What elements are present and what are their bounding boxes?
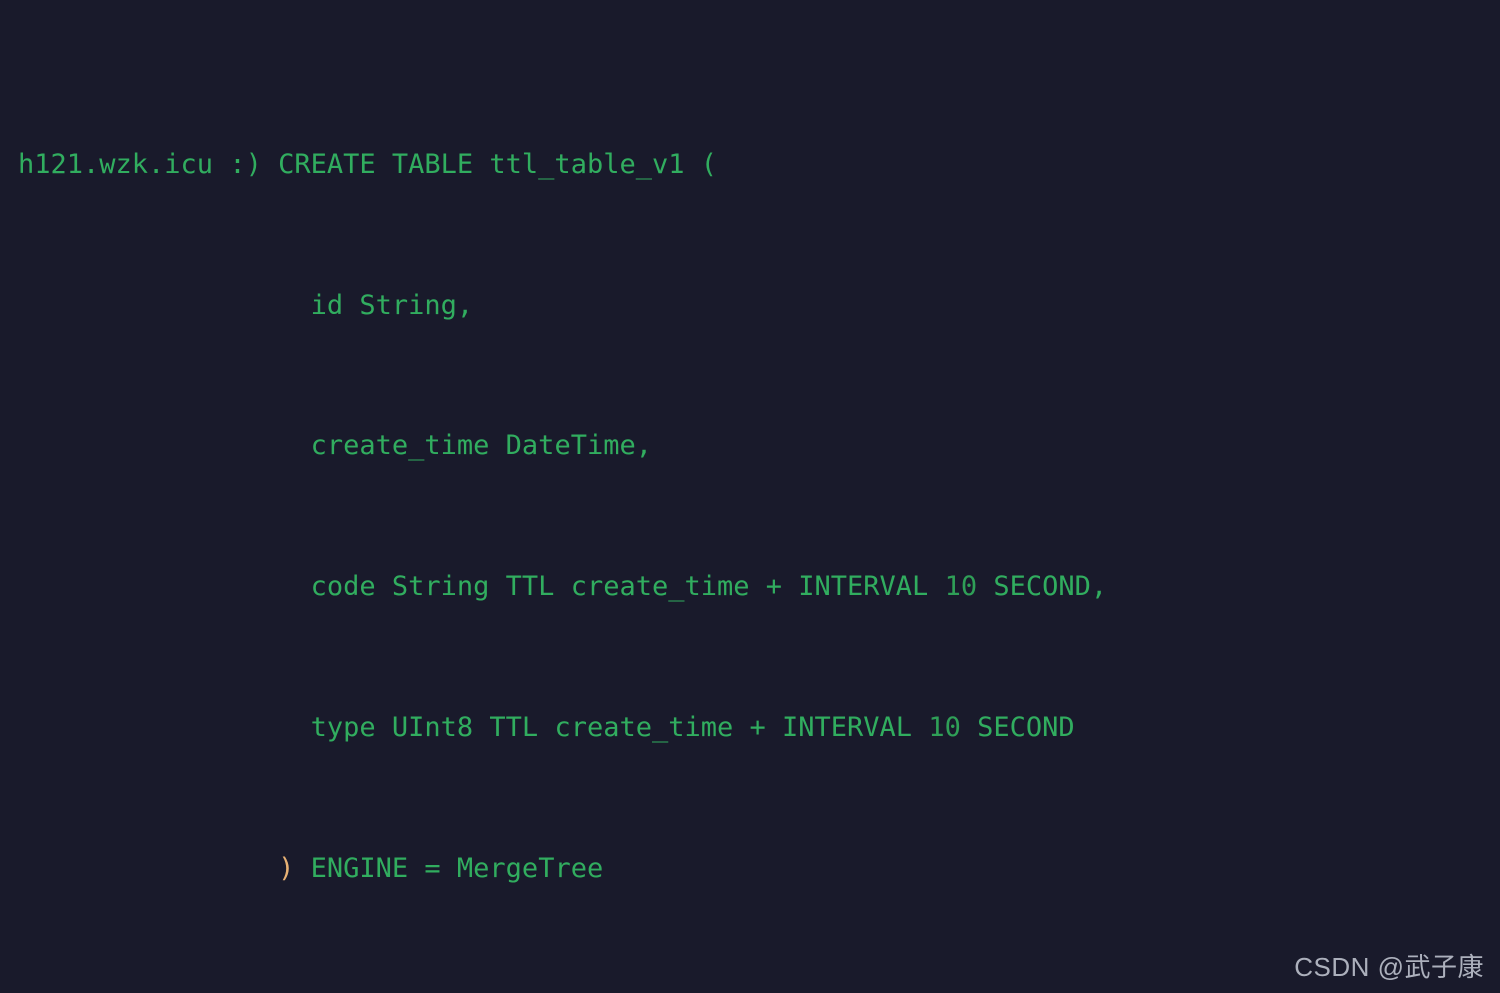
echo-col-id: id String, xyxy=(310,289,474,321)
echo-col-type-interval: 10 xyxy=(928,712,961,743)
echo-line-engine: ) ENGINE = MergeTree xyxy=(18,851,1107,886)
echo-line-create-time: create_time DateTime, xyxy=(18,428,1107,463)
echo-line-id: id String, xyxy=(18,288,1107,323)
echo-col-code-interval: 10 xyxy=(944,571,978,603)
echo-engine-text: ENGINE = MergeTree xyxy=(294,852,604,884)
csdn-watermark: CSDN @武子康 xyxy=(1294,951,1484,982)
echo-col-create-time: create_time DateTime, xyxy=(310,430,652,462)
echo-col-type-a: type UInt8 TTL create_time + INTERVAL xyxy=(310,712,929,743)
echo-close-paren: ) xyxy=(278,852,295,884)
echo-create-command: CREATE TABLE ttl_table_v1 ( xyxy=(278,148,717,180)
echo-col-code-a: code String TTL create_time + INTERVAL xyxy=(310,571,945,603)
echo-line-code: code String TTL create_time + INTERVAL 1… xyxy=(18,569,1108,604)
terminal-screen[interactable]: h121.wzk.icu :) CREATE TABLE ttl_table_v… xyxy=(18,6,1107,993)
echo-col-type-b: SECOND xyxy=(960,712,1075,743)
terminal-window: h121.wzk.icu :) CREATE TABLE ttl_table_v… xyxy=(0,0,1500,993)
prompt-line: h121.wzk.icu :) CREATE TABLE ttl_table_v… xyxy=(18,147,1107,182)
echo-col-code-b: SECOND, xyxy=(977,571,1108,603)
shell-prompt: h121.wzk.icu :) xyxy=(18,148,279,180)
echo-line-type: type UInt8 TTL create_time + INTERVAL 10… xyxy=(18,710,1107,745)
